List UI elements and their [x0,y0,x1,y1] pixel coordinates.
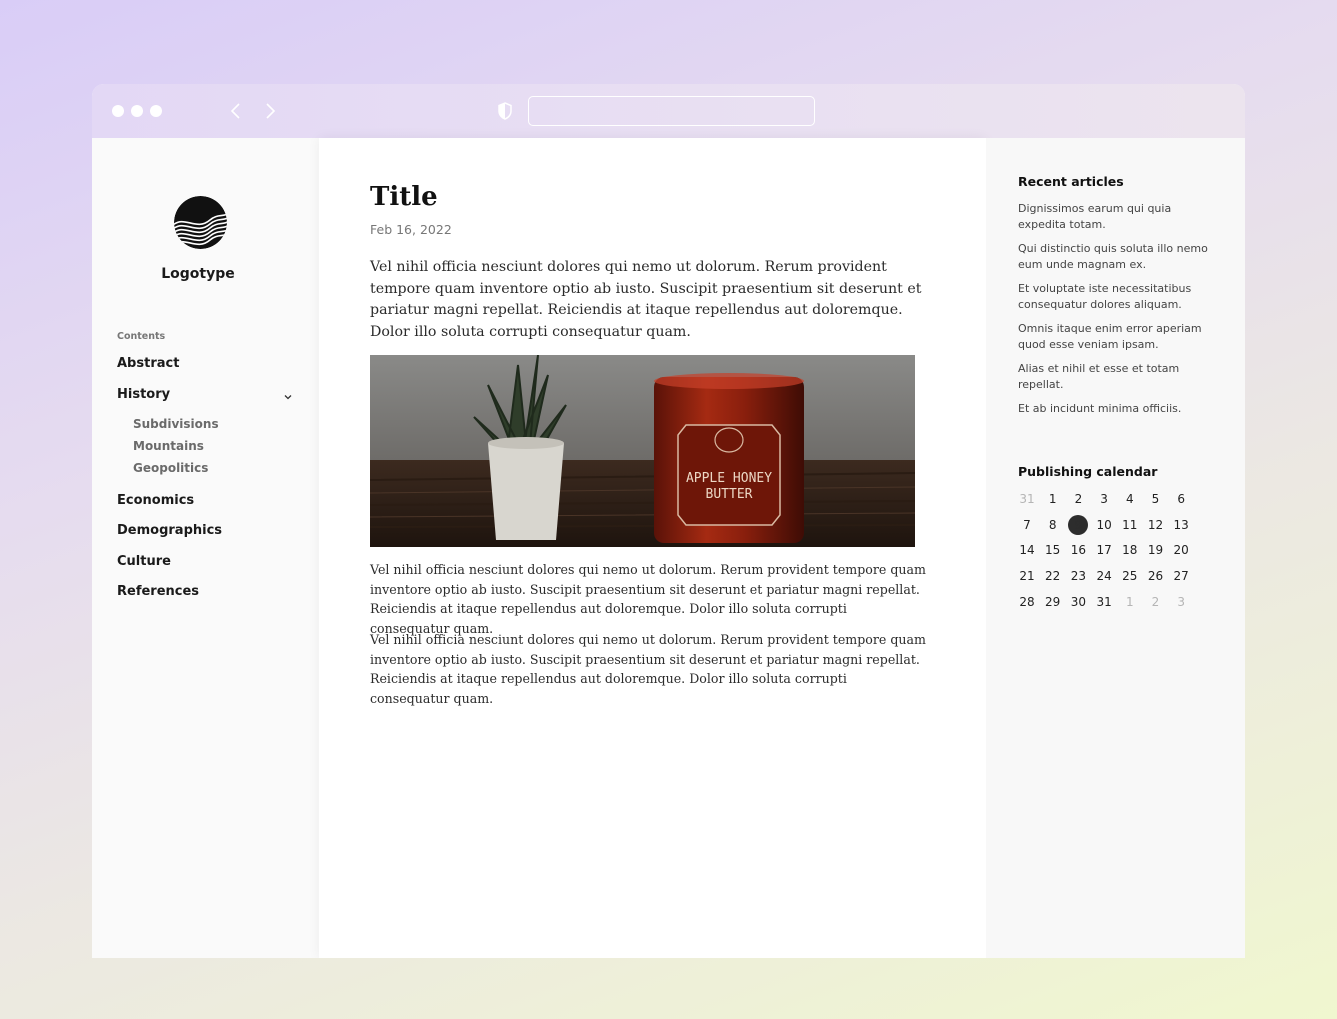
toc-item-demographics[interactable]: Demographics [117,523,222,538]
article-paragraph: Vel nihil officia nesciunt dolores qui n… [370,632,926,706]
calendar-day[interactable]: 3 [1168,591,1194,613]
calendar-day[interactable]: 26 [1143,565,1169,587]
chevron-down-icon[interactable] [282,391,294,403]
calendar-day[interactable]: 11 [1117,514,1143,536]
calendar-day[interactable]: 9 [1065,514,1091,536]
browser-titlebar [92,84,1245,138]
article-date: Feb 16, 2022 [370,222,452,237]
article-lead: Vel nihil officia nesciunt dolores qui n… [370,259,922,341]
calendar-day[interactable]: 1 [1117,591,1143,613]
logotype-text[interactable]: Logotype [92,266,304,282]
toc-item-references[interactable]: References [117,584,199,599]
calendar-day[interactable]: 25 [1117,565,1143,587]
jar-label-line2: BUTTER [706,487,753,502]
recent-article-link[interactable]: Alias et nihil et esse et totam repellat… [1018,361,1218,392]
contents-label: Contents [117,331,166,342]
jar-label-line1: APPLE HONEY [686,471,772,486]
calendar-day[interactable]: 31 [1014,488,1040,510]
toc-item-history[interactable]: History [117,387,170,402]
calendar-day[interactable]: 22 [1040,565,1066,587]
forward-arrow-icon[interactable] [260,101,280,121]
calendar-day[interactable]: 15 [1040,539,1066,561]
calendar-day[interactable]: 23 [1065,565,1091,587]
recent-article-link[interactable]: Qui distinctio quis soluta illo nemo eum… [1018,241,1218,272]
url-input[interactable] [528,96,815,126]
calendar-day[interactable]: 10 [1091,514,1117,536]
calendar-day[interactable]: 13 [1168,514,1194,536]
calendar-day[interactable]: 14 [1014,539,1040,561]
calendar-day[interactable]: 2 [1065,488,1091,510]
calendar-day[interactable]: 30 [1065,591,1091,613]
window-maximize-dot[interactable] [150,105,162,117]
calendar-day[interactable]: 20 [1168,539,1194,561]
recent-articles-heading: Recent articles [1018,174,1124,189]
toc-item-geopolitics[interactable]: Geopolitics [133,461,208,475]
calendar-day[interactable]: 28 [1014,591,1040,613]
calendar-day[interactable]: 21 [1014,565,1040,587]
window-minimize-dot[interactable] [131,105,143,117]
shield-icon[interactable] [497,102,513,120]
article-title: Title [370,182,438,212]
calendar-day[interactable]: 29 [1040,591,1066,613]
publishing-calendar-heading: Publishing calendar [1018,464,1158,479]
calendar-day[interactable]: 6 [1168,488,1194,510]
calendar-day[interactable]: 2 [1143,591,1169,613]
calendar-day[interactable]: 12 [1143,514,1169,536]
back-arrow-icon[interactable] [226,101,246,121]
article-hero-image: APPLE HONEY BUTTER [370,355,915,547]
logo-icon [174,196,227,249]
calendar-day[interactable]: 7 [1014,514,1040,536]
calendar-day[interactable]: 4 [1117,488,1143,510]
right-sidebar: Recent articles Dignissimos earum qui qu… [986,138,1245,958]
window-close-dot[interactable] [112,105,124,117]
sidebar: Logotype Contents Abstract History Subdi… [92,138,319,958]
calendar-day[interactable]: 16 [1065,539,1091,561]
article-main: Title Feb 16, 2022 Vel nihil officia nes… [319,138,986,958]
toc-item-abstract[interactable]: Abstract [117,356,179,371]
toc-item-culture[interactable]: Culture [117,554,171,569]
calendar-day[interactable]: 19 [1143,539,1169,561]
toc-item-subdivisions[interactable]: Subdivisions [133,417,219,431]
recent-article-link[interactable]: Et voluptate iste necessitatibus consequ… [1018,281,1218,312]
calendar-day[interactable]: 17 [1091,539,1117,561]
calendar-day[interactable]: 18 [1117,539,1143,561]
calendar-day[interactable]: 3 [1091,488,1117,510]
browser-window: Logotype Contents Abstract History Subdi… [92,84,1245,958]
calendar-day[interactable]: 27 [1168,565,1194,587]
recent-article-link[interactable]: Et ab incidunt minima officiis. [1018,401,1218,417]
toc-item-mountains[interactable]: Mountains [133,439,204,453]
calendar-day[interactable]: 8 [1040,514,1066,536]
recent-article-link[interactable]: Dignissimos earum qui quia expedita tota… [1018,201,1218,232]
calendar-day[interactable]: 5 [1143,488,1169,510]
calendar-day[interactable]: 31 [1091,591,1117,613]
calendar-day[interactable]: 1 [1040,488,1066,510]
toc-item-economics[interactable]: Economics [117,493,194,508]
article-paragraph: Vel nihil officia nesciunt dolores qui n… [370,562,926,636]
calendar-day[interactable]: 24 [1091,565,1117,587]
recent-article-link[interactable]: Omnis itaque enim error aperiam quod ess… [1018,321,1218,352]
